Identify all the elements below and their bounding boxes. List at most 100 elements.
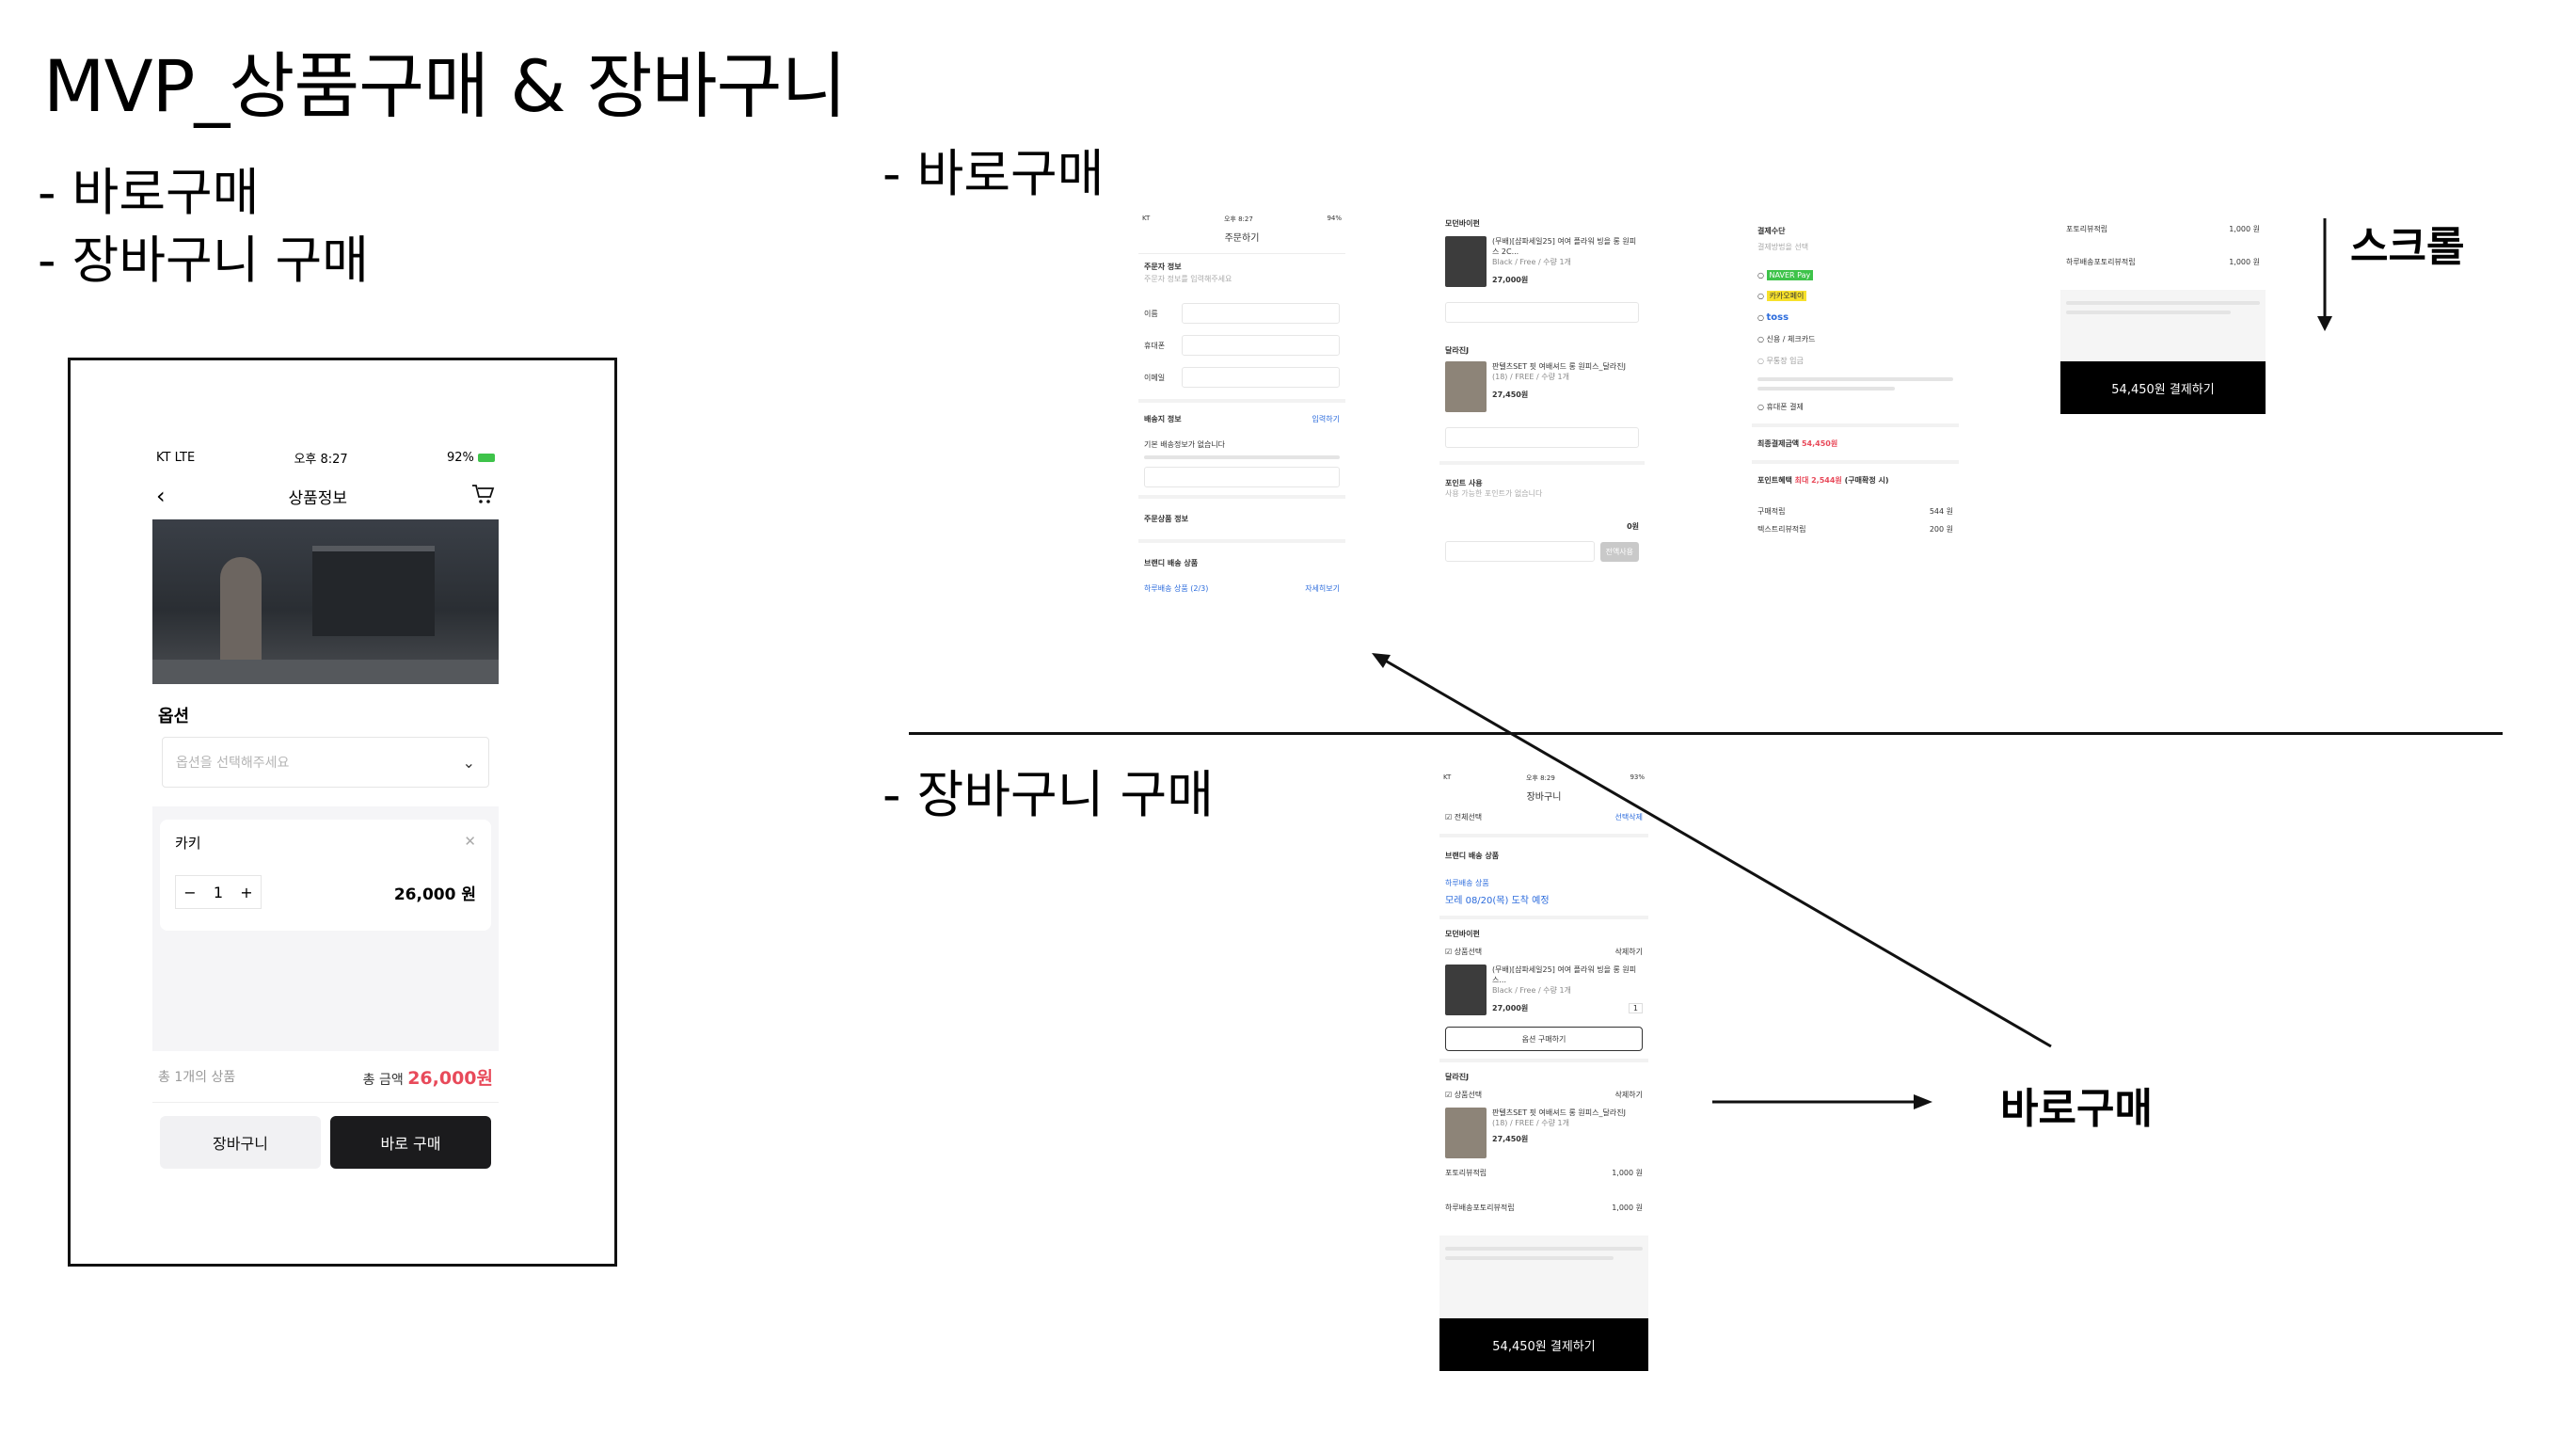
- item1-name: (무배)[샵파세일25] 여여 플라워 빙을 롱 원피스 2C...: [1492, 237, 1637, 256]
- cart-item2-name: 판텔츠SET 핏 여배셔드 롱 원피스_달라진J: [1492, 1108, 1626, 1117]
- pay-method-toss[interactable]: ○ toss: [1757, 312, 1953, 323]
- status-time: 오후 8:27: [294, 452, 348, 467]
- pay-method-naver[interactable]: ○ NAVER Pay: [1757, 270, 1953, 280]
- item2-option-select[interactable]: [1445, 427, 1639, 448]
- shop2-name: 달라진J: [1445, 346, 1470, 355]
- scroll-down-arrow-icon: [2317, 218, 2332, 331]
- option-label: 옵션: [158, 707, 190, 726]
- cart-photo-review-row: 포토리뷰적립 1,000 원: [1445, 1169, 1643, 1177]
- nav-title: 상품정보: [288, 488, 348, 508]
- direct-buy-label: 바로구매: [2000, 1085, 2153, 1133]
- payment-method-heading: 결제수단: [1757, 227, 1786, 235]
- selected-option-name: 카키: [175, 835, 201, 852]
- pay-method-phone[interactable]: ○ 휴대폰 결제: [1757, 402, 1953, 412]
- point-heading: 포인트 사용: [1445, 479, 1483, 487]
- cart-shop2-name: 달라진J: [1445, 1073, 1470, 1081]
- point-input[interactable]: [1445, 541, 1595, 562]
- ground-shape: [152, 660, 499, 684]
- item1-image: [1445, 236, 1487, 287]
- cart-item2-price: 27,450원: [1492, 1135, 1529, 1143]
- item2-meta: (18) / FREE / 수량 1개: [1492, 373, 1569, 381]
- product-detail-screen: KT LTE 오후 8:27 92% ‹ 상품정보 옵션 옵션을 선택해주세요 …: [152, 442, 499, 1195]
- scroll-label: 스크롤: [2350, 223, 2465, 271]
- orderer-info-sub: 주문자 정보를 입력해주세요: [1144, 275, 1232, 283]
- item1-option-select[interactable]: [1445, 302, 1639, 323]
- cart-shop2-checkbox[interactable]: ☑ 상품선택: [1445, 1090, 1482, 1100]
- email-input[interactable]: [1182, 367, 1340, 388]
- pay-button[interactable]: 54,450원 결제하기: [2060, 361, 2266, 414]
- section-direct-buy-label: - 바로구매: [883, 144, 1105, 203]
- shop1-name: 모던바이펀: [1445, 219, 1480, 228]
- model-shape: [220, 557, 262, 670]
- order-screen-thumbnail: KT 오후 8:27 94% 주문하기 주문자 정보 주문자 정보를 입력해주세요 …: [1138, 213, 1345, 670]
- pay-method-card[interactable]: ○ 신용 / 체크카드: [1757, 334, 1953, 344]
- item2-name: 판텔츠SET 핏 여배셔드 롱 원피스_달라진J: [1492, 362, 1626, 371]
- shipping-select[interactable]: [1144, 467, 1340, 487]
- shipping-input-link[interactable]: 입력하기: [1312, 414, 1340, 424]
- nav-bar: ‹ 상품정보: [152, 472, 499, 519]
- cart-item2-image: [1445, 1108, 1487, 1158]
- name-label: 이름: [1144, 309, 1158, 318]
- item2-image: [1445, 361, 1487, 412]
- cart-item2-meta: (18) / FREE / 수량 1개: [1492, 1119, 1569, 1127]
- item2-price: 27,450원: [1492, 391, 1529, 399]
- order-summary: 총 1개의 상품 총 금액 26,000원: [152, 1051, 499, 1103]
- purchase-point-row: 구매적립 544 원: [1757, 507, 1953, 516]
- flow-diagonal-arrow-icon: [1372, 653, 2052, 1048]
- direct-buy-arrow-icon: [1712, 1094, 1932, 1109]
- cart-icon[interactable]: [470, 483, 495, 510]
- option-select[interactable]: 옵션을 선택해주세요 ⌄: [162, 737, 489, 788]
- use-all-points-button[interactable]: 전액사용: [1599, 541, 1639, 562]
- section-cart-buy-label: - 장바구니 구매: [883, 765, 1214, 824]
- total-count: 총 1개의 상품: [158, 1070, 236, 1085]
- battery-label: 92%: [447, 451, 495, 465]
- order-items-thumbnail: 모던바이펀 (무배)[샵파세일25] 여여 플라워 빙을 롱 원피스 2C...…: [1439, 213, 1645, 670]
- quantity-stepper[interactable]: − 1 +: [175, 875, 262, 909]
- order-items-heading: 주문상품 정보: [1144, 515, 1188, 523]
- point-sub: 사용 가능한 포인트가 없습니다: [1445, 489, 1543, 498]
- brand-shipping-heading: 브랜디 배송 상품: [1144, 559, 1199, 567]
- back-arrow-icon[interactable]: ‹: [156, 483, 166, 509]
- minus-button[interactable]: −: [176, 876, 204, 908]
- item1-meta: Black / Free / 수량 1개: [1492, 258, 1571, 266]
- selected-options-area: 카키 ✕ − 1 + 26,000 원: [152, 806, 499, 1051]
- plus-button[interactable]: +: [232, 876, 261, 908]
- carrier-label: KT LTE: [156, 450, 196, 465]
- pay-method-bank[interactable]: ○ 무통장 입금: [1757, 356, 1953, 366]
- bullet-cart-buy: - 장바구니 구매: [38, 231, 369, 290]
- bullet-direct-buy: - 바로구매: [38, 163, 260, 222]
- shipping-note: 기본 배송정보가 없습니다: [1144, 440, 1226, 449]
- cart-shop2-delete[interactable]: 삭제하기: [1615, 1090, 1643, 1100]
- add-to-cart-button[interactable]: 장바구니: [160, 1116, 321, 1169]
- orderer-info-heading: 주문자 정보: [1144, 263, 1182, 271]
- action-buttons: 장바구니 바로 구매: [152, 1103, 499, 1182]
- brand-shipping-badge: 하루배송 상품 (2/3): [1144, 584, 1209, 593]
- total-amount: 26,000원: [407, 1067, 493, 1089]
- phone-input[interactable]: [1182, 335, 1340, 356]
- quantity-value: 1: [213, 883, 224, 901]
- cart-pay-button[interactable]: 54,450원 결제하기: [1439, 1318, 1648, 1371]
- point-value: 0원: [1627, 522, 1639, 531]
- payment-bottom-thumbnail: 포토리뷰적립 1,000 원 하루배송포토리뷰적립 1,000 원 54,450원 …: [2060, 220, 2266, 438]
- slide-title: MVP_상품구매 & 장바구니: [43, 44, 847, 128]
- name-input[interactable]: [1182, 303, 1340, 324]
- brand-more-link[interactable]: 자세히보기: [1305, 583, 1340, 594]
- order-nav-title: 주문하기: [1224, 233, 1260, 244]
- buy-now-button[interactable]: 바로 구매: [330, 1116, 491, 1169]
- email-label: 이메일: [1144, 373, 1166, 382]
- cart-daily-review-row: 하루배송포토리뷰적립 1,000 원: [1445, 1204, 1643, 1212]
- shipping-info-heading: 배송지 정보: [1144, 415, 1182, 423]
- final-amount-row: 최종결제금액 54,450원: [1757, 439, 1838, 448]
- pay-method-kakao[interactable]: ○ 카카오페이: [1757, 291, 1953, 301]
- close-icon[interactable]: ✕: [464, 833, 476, 853]
- item1-price: 27,000원: [1492, 276, 1529, 284]
- option-price: 26,000 원: [393, 885, 476, 904]
- text-review-point-row: 텍스트리뷰적립 200 원: [1757, 525, 1953, 534]
- building-shape: [312, 546, 435, 636]
- option-placeholder: 옵션을 선택해주세요: [176, 756, 290, 771]
- phone-label: 휴대폰: [1144, 341, 1166, 350]
- point-benefit-row: 포인트혜택 최대 2,544원 (구매확정 시): [1757, 476, 1889, 485]
- payment-method-sub: 결제방법을 선택: [1757, 243, 1809, 251]
- photo-review-row: 포토리뷰적립 1,000 원: [2066, 225, 2260, 233]
- chevron-down-icon: ⌄: [462, 753, 475, 772]
